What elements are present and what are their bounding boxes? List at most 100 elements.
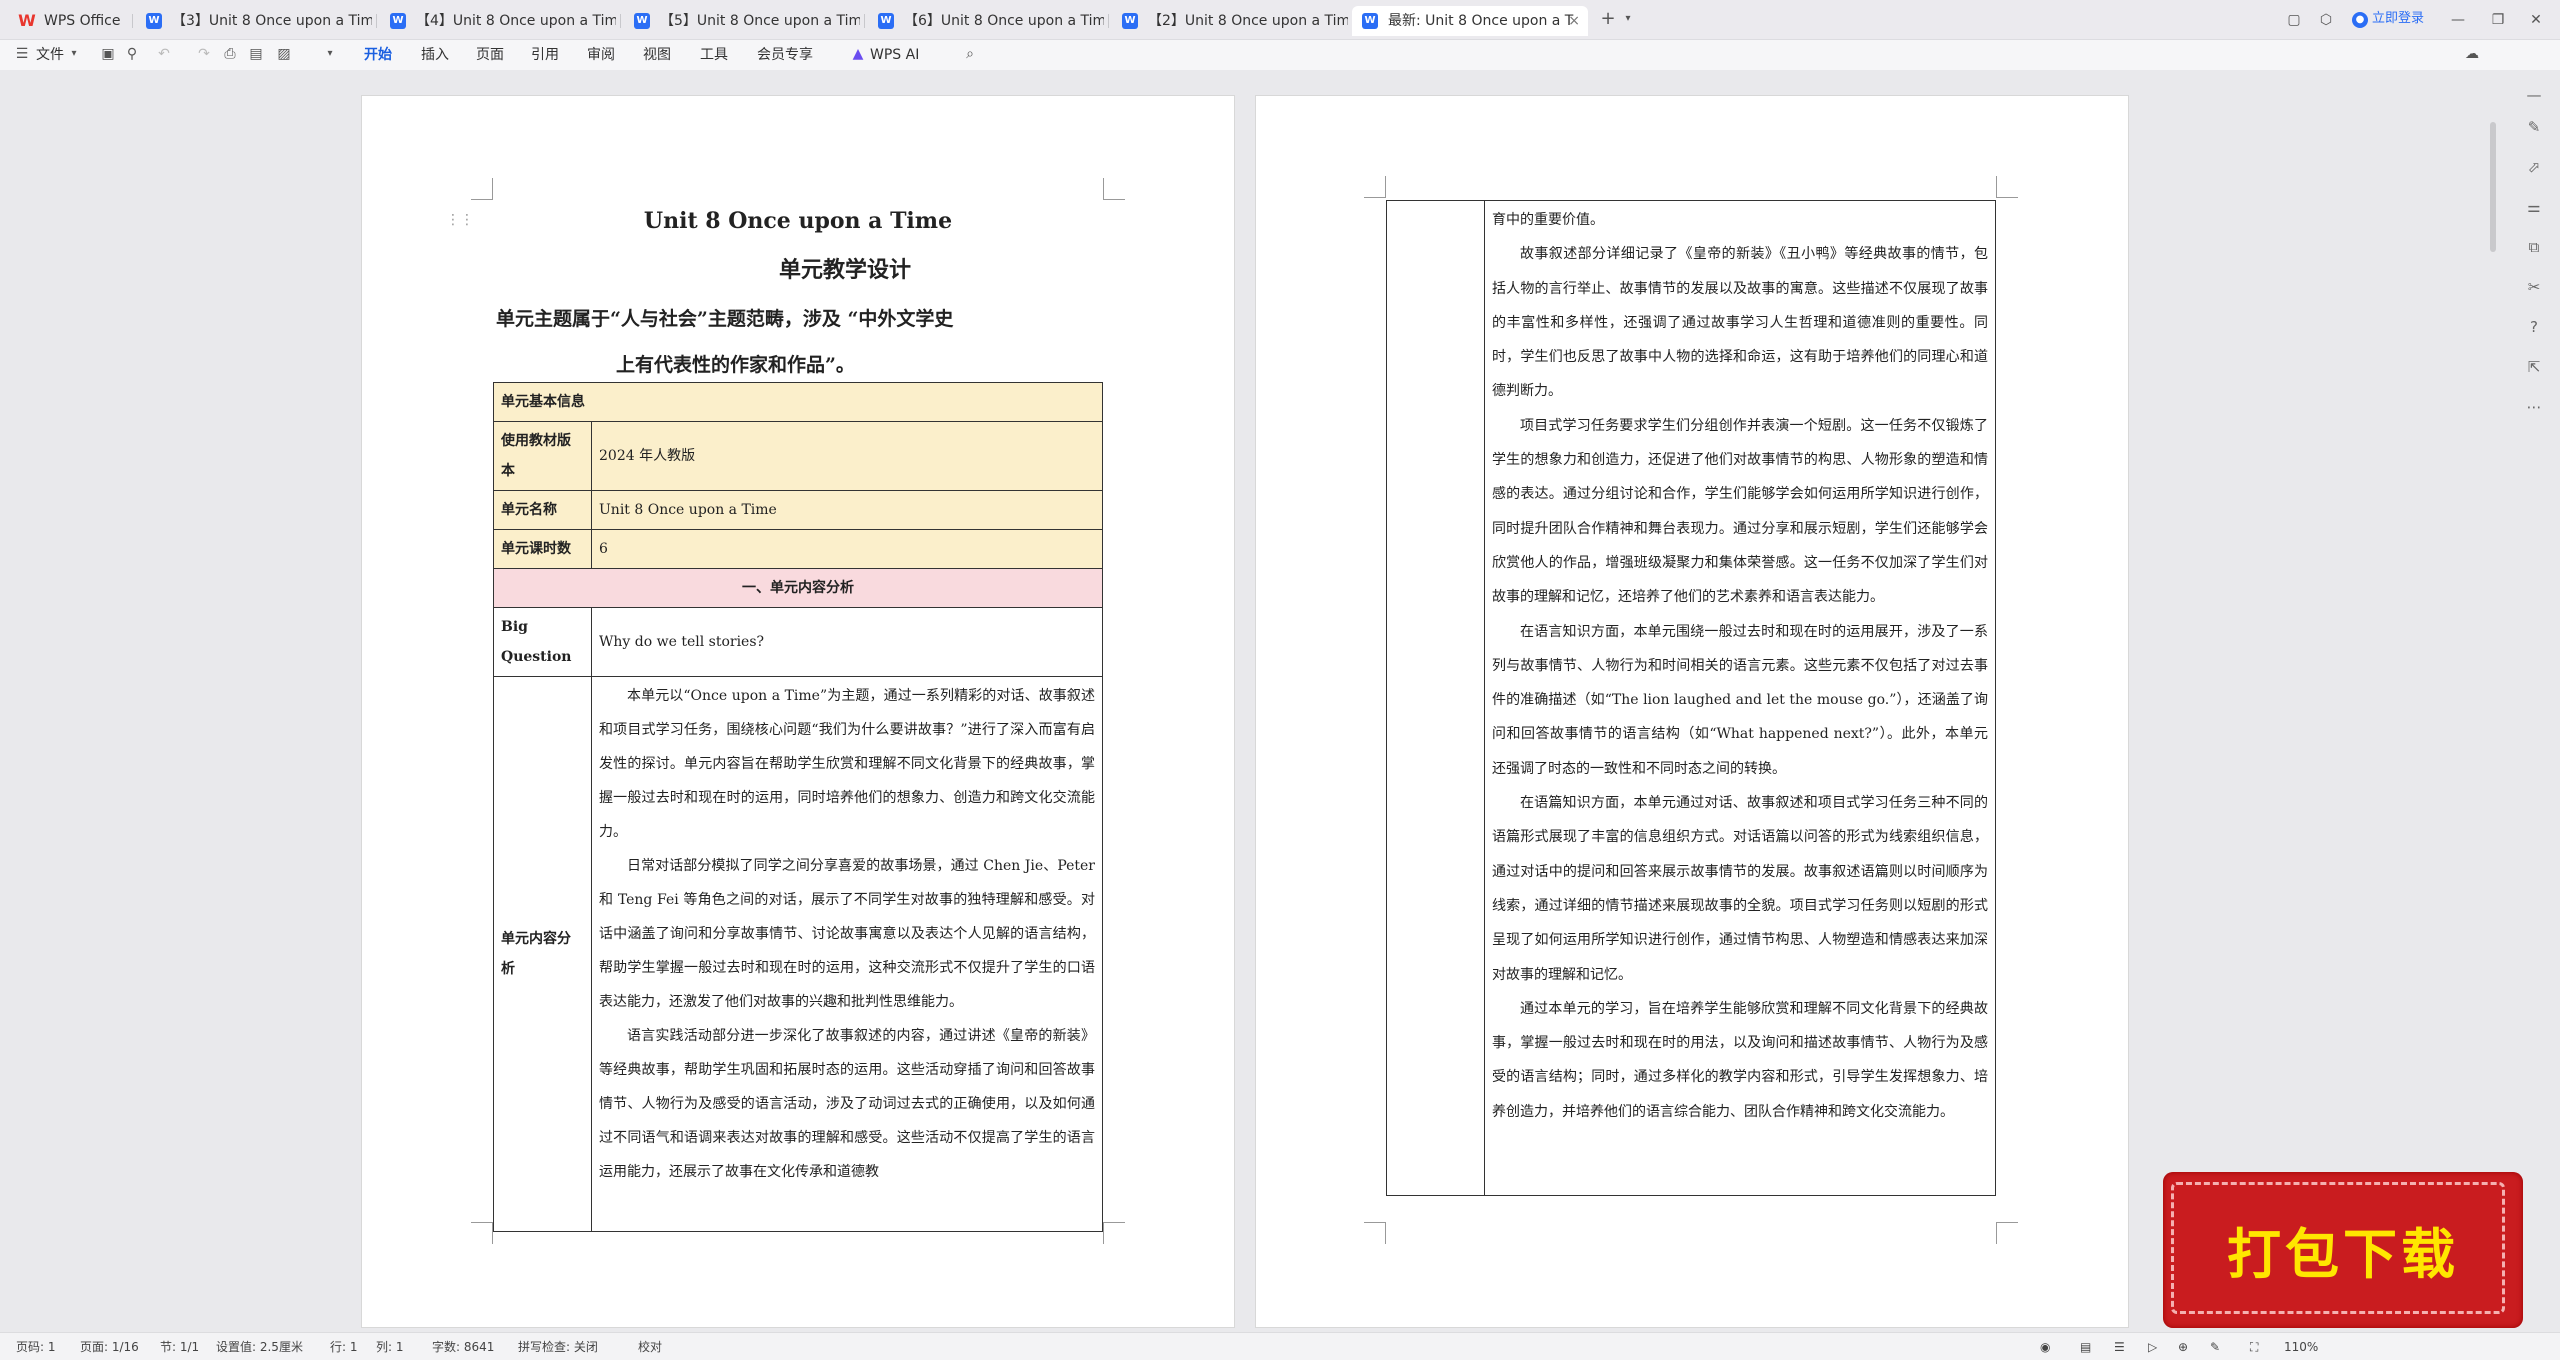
analysis-paragraph: 在语篇知识方面，本单元通过对话、故事叙述和项目式学习任务三种不同的语篇形式展现了… [1492, 795, 1988, 983]
cloud-sync-icon[interactable]: ☁ [2464, 46, 2480, 62]
ribbon-toolbar: ☰ 文件 ▾ ▣ ⚲ ↶ ↷ ⎙ ▤ ▨ ▾ 开始 插入 页面 引用 审阅 视图… [0, 40, 2560, 107]
wps-ai-icon[interactable]: ▲ [850, 46, 866, 62]
download-package-banner[interactable]: 打包下载 [2163, 1172, 2523, 1328]
tab-label: 【2】Unit 8 Once upon a Time 第三 [1148, 13, 1348, 29]
minimize-icon[interactable]: — [2450, 12, 2466, 28]
analysis-paragraph: 日常对话部分模拟了同学之间分享喜爱的故事场景，通过 Chen Jie、Peter… [599, 858, 1095, 1010]
outline-view-icon[interactable]: ☰ [2114, 1340, 2125, 1354]
find-icon[interactable]: ⚲ [124, 46, 140, 62]
tab-wps-office[interactable]: W WPS Office [0, 6, 130, 36]
wps-logo-icon: W [18, 11, 36, 30]
spell-check[interactable]: 拼写检查: 关闭 [518, 1340, 598, 1354]
tab-list-chevron-icon[interactable]: ▾ [1620, 11, 1636, 27]
content-analysis-cell[interactable]: 本单元以“Once upon a Time”为主题，通过一系列精彩的对话、故事叙… [591, 676, 1103, 1232]
unit-name-value[interactable]: Unit 8 Once upon a Time [591, 490, 1103, 530]
page-number[interactable]: 页码: 1 [16, 1340, 56, 1354]
chevron-down-icon[interactable]: ▾ [66, 46, 82, 62]
column-indicator[interactable]: 列: 1 [376, 1340, 404, 1354]
textbook-value[interactable]: 2024 年人教版 [591, 421, 1103, 491]
more-icon[interactable]: ⋯ [2524, 398, 2544, 418]
tab-label: WPS Office [44, 13, 121, 29]
zoom-level[interactable]: 110% [2284, 1340, 2318, 1354]
tab-doc-3[interactable]: W 【3】Unit 8 Once upon a Time 第三 [136, 6, 372, 36]
tab-references[interactable]: 引用 [531, 46, 559, 64]
theme-line-1: 单元主题属于“人与社会”主题范畴，涉及 “中外文学史 [496, 308, 954, 330]
big-question-value[interactable]: Why do we tell stories? [591, 607, 1103, 677]
analysis-paragraph: 在语言知识方面，本单元围绕一般过去时和现在时的运用展开，涉及了一系列与故事情节、… [1492, 623, 1988, 777]
undo-icon[interactable]: ↶ [156, 46, 172, 62]
more-chevron-icon[interactable]: ▾ [322, 46, 338, 62]
play-icon[interactable]: ▷ [2148, 1340, 2157, 1354]
help-icon[interactable]: ? [2524, 318, 2544, 338]
vertical-scrollbar[interactable] [2490, 122, 2496, 252]
word-doc-icon: W [634, 13, 650, 29]
fit-page-icon[interactable]: ⛶ [2250, 1340, 2258, 1354]
tab-doc-6[interactable]: W 【6】Unit 8 Once upon a Time 第三 [868, 6, 1104, 36]
select-icon[interactable]: ⬀ [2524, 158, 2544, 178]
tab-doc-5[interactable]: W 【5】Unit 8 Once upon a Time 第三 [624, 6, 860, 36]
page-view-icon[interactable]: ▤ [2080, 1340, 2091, 1354]
export-pdf-icon[interactable]: ▤ [248, 46, 264, 62]
tab-start[interactable]: 开始 [364, 46, 392, 64]
style-icon[interactable]: ⧉ [2524, 238, 2544, 258]
edit-icon[interactable]: ✎ [2210, 1340, 2220, 1354]
tab-label: 【4】Unit 8 Once upon a Time 第三 [416, 13, 616, 29]
section-indicator[interactable]: 节: 1/1 [160, 1340, 199, 1354]
tab-insert[interactable]: 插入 [421, 46, 449, 64]
wps-ai-button[interactable]: WPS AI [870, 46, 919, 64]
analysis-paragraph: 育中的重要价值。 [1492, 212, 1604, 228]
tab-label: 最新: Unit 8 Once upon a T [1388, 13, 1574, 29]
tab-label: 【5】Unit 8 Once upon a Time 第三 [660, 13, 860, 29]
tab-tools[interactable]: 工具 [700, 46, 728, 64]
print-icon[interactable]: ⎙ [222, 46, 238, 62]
web-view-icon[interactable]: ⊕ [2178, 1340, 2188, 1354]
content-analysis-cell[interactable]: 育中的重要价值。 故事叙述部分详细记录了《皇帝的新装》《丑小鸭》等经典故事的情节… [1485, 201, 1995, 1131]
new-tab-button[interactable]: + [1600, 10, 1616, 28]
redo-icon[interactable]: ↷ [196, 46, 212, 62]
login-link[interactable]: 立即登录 [2372, 12, 2424, 26]
tab-member[interactable]: 会员专享 [757, 46, 813, 64]
save-icon[interactable]: ▣ [100, 46, 116, 62]
setting-value[interactable]: 设置值: 2.5厘米 [216, 1340, 303, 1354]
menu-icon[interactable]: ☰ [14, 46, 30, 62]
adjust-icon[interactable]: ⚌ [2524, 198, 2544, 218]
word-count[interactable]: 字数: 8641 [432, 1340, 494, 1354]
tab-page[interactable]: 页面 [476, 46, 504, 64]
textbook-label: 使用教材版本 [493, 421, 592, 491]
cube-icon[interactable]: ⬡ [2318, 12, 2334, 28]
tools-icon[interactable]: ✂ [2524, 278, 2544, 298]
image-icon[interactable]: ▨ [276, 46, 292, 62]
close-tab-icon[interactable]: × [1568, 6, 1580, 36]
tab-doc-2[interactable]: W 【2】Unit 8 Once upon a Time 第三 [1112, 6, 1348, 36]
window-layout-icon[interactable]: ▢ [2286, 12, 2302, 28]
user-avatar-icon[interactable]: ● [2352, 12, 2368, 28]
tab-doc-4[interactable]: W 【4】Unit 8 Once upon a Time 第三 [380, 6, 616, 36]
drag-handle-icon[interactable]: ⋮⋮ [446, 212, 474, 228]
page-count[interactable]: 页面: 1/16 [80, 1340, 139, 1354]
search-icon[interactable]: ⌕ [962, 46, 978, 62]
row-indicator[interactable]: 行: 1 [330, 1340, 358, 1354]
collapse-icon[interactable]: — [2524, 86, 2544, 106]
file-menu[interactable]: 文件 [36, 46, 64, 64]
analysis-paragraph: 项目式学习任务要求学生们分组创作并表演一个短剧。这一任务不仅锻炼了学生的想象力和… [1492, 417, 1988, 606]
tab-view[interactable]: 视图 [643, 46, 671, 64]
eye-protection-icon[interactable]: ◉ [2040, 1340, 2050, 1354]
tab-review[interactable]: 审阅 [587, 46, 615, 64]
label-column [1387, 201, 1485, 1195]
doc-title: Unit 8 Once upon a Time [643, 208, 953, 234]
share-panel-icon[interactable]: ⇱ [2524, 358, 2544, 378]
page-corner-mark [1996, 176, 2018, 198]
content-analysis-continued: 育中的重要价值。 故事叙述部分详细记录了《皇帝的新装》《丑小鸭》等经典故事的情节… [1386, 200, 1996, 1196]
proofread-button[interactable]: 校对 [638, 1340, 662, 1354]
doc-subtitle: 单元教学设计 [778, 257, 911, 283]
hours-label: 单元课时数 [493, 529, 592, 569]
page-corner-mark [1364, 1222, 1386, 1244]
analysis-paragraph: 通过本单元的学习，旨在培养学生能够欣赏和理解不同文化背景下的经典故事，掌握一般过… [1492, 1000, 1988, 1120]
tab-doc-active[interactable]: W 最新: Unit 8 Once upon a T × [1352, 6, 1588, 36]
pen-icon[interactable]: ✎ [2524, 118, 2544, 138]
basic-info-header: 单元基本信息 [493, 382, 1103, 422]
hours-value[interactable]: 6 [591, 529, 1103, 569]
close-window-icon[interactable]: ✕ [2528, 12, 2544, 28]
page-corner-mark [1103, 178, 1125, 200]
restore-icon[interactable]: ❐ [2490, 12, 2506, 28]
